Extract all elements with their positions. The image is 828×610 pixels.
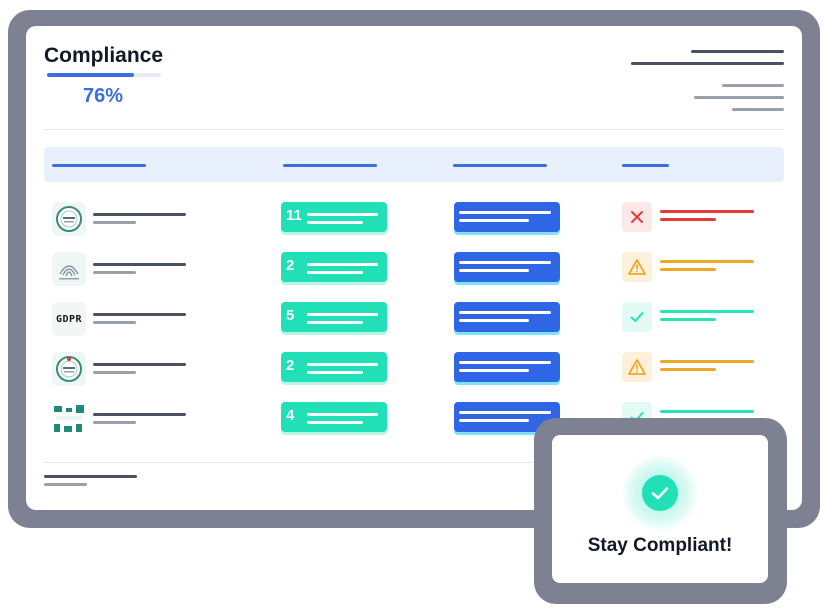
status-line — [660, 360, 754, 363]
status-line — [660, 368, 716, 371]
header-meta-line — [732, 108, 784, 111]
table-header — [44, 147, 784, 182]
header-divider — [44, 129, 784, 130]
fingerprint-seal-icon — [52, 252, 86, 286]
footer-line — [44, 475, 137, 478]
notification-frame: Stay Compliant! — [534, 418, 787, 604]
issues-count: 2 — [286, 257, 295, 274]
status-line — [660, 218, 716, 221]
compliance-percent: 76% — [83, 85, 124, 107]
framework-name-line — [93, 363, 186, 366]
table-row[interactable]: 2 — [44, 249, 784, 289]
action-button[interactable] — [454, 302, 560, 332]
status-line — [660, 310, 754, 313]
header-meta-line — [691, 50, 784, 53]
header-meta-line — [694, 96, 784, 99]
warning-icon — [622, 252, 652, 282]
table-row[interactable]: 2 — [44, 349, 784, 389]
framework-name-line — [93, 413, 186, 416]
issues-count: 4 — [286, 407, 295, 424]
status-line — [660, 268, 716, 271]
issues-count-pill[interactable]: 5 — [281, 302, 387, 332]
framework-name-line — [93, 313, 186, 316]
status-line — [660, 210, 754, 213]
framework-sub-line — [93, 221, 136, 224]
status-line — [660, 318, 716, 321]
footer-line — [44, 483, 87, 486]
column-header-issues[interactable] — [283, 164, 377, 167]
framework-name-line — [93, 263, 186, 266]
action-button[interactable] — [454, 202, 560, 232]
compliance-progress-bar — [47, 73, 161, 77]
issues-count-pill[interactable]: 11 — [281, 202, 387, 232]
pattern-seal-icon — [52, 402, 86, 436]
action-button[interactable] — [454, 252, 560, 282]
action-button[interactable] — [454, 352, 560, 382]
status-line — [660, 260, 754, 263]
notification-message: Stay Compliant! — [587, 535, 733, 556]
framework-sub-line — [93, 421, 136, 424]
gdpr-logo: GDPR — [52, 302, 86, 336]
issues-count: 11 — [286, 207, 302, 224]
framework-sub-line — [93, 321, 136, 324]
column-header-status[interactable] — [622, 164, 669, 167]
table-row[interactable]: 11 — [44, 199, 784, 239]
issues-count-pill[interactable]: 4 — [281, 402, 387, 432]
framework-sub-line — [93, 371, 136, 374]
header-meta-line — [631, 62, 784, 65]
certification-seal-icon — [52, 202, 86, 236]
compliance-progress-fill — [47, 73, 134, 77]
check-icon — [622, 302, 652, 332]
issues-count: 2 — [286, 357, 295, 374]
column-header-framework[interactable] — [52, 164, 146, 167]
framework-sub-line — [93, 271, 136, 274]
issues-count-pill[interactable]: 2 — [281, 352, 387, 382]
notification-card: Stay Compliant! — [552, 435, 768, 583]
framework-name-line — [93, 213, 186, 216]
check-circle-icon — [642, 475, 678, 511]
certification-seal-icon — [52, 352, 86, 386]
header-meta-line — [722, 84, 784, 87]
issues-count: 5 — [286, 307, 295, 324]
page-title: Compliance — [44, 44, 164, 67]
issues-count-pill[interactable]: 2 — [281, 252, 387, 282]
status-line — [660, 410, 754, 413]
column-header-action[interactable] — [453, 164, 547, 167]
table-row[interactable]: GDPR 5 — [44, 299, 784, 339]
warning-icon — [622, 352, 652, 382]
gdpr-label: GDPR — [55, 313, 83, 325]
fail-x-icon — [622, 202, 652, 232]
